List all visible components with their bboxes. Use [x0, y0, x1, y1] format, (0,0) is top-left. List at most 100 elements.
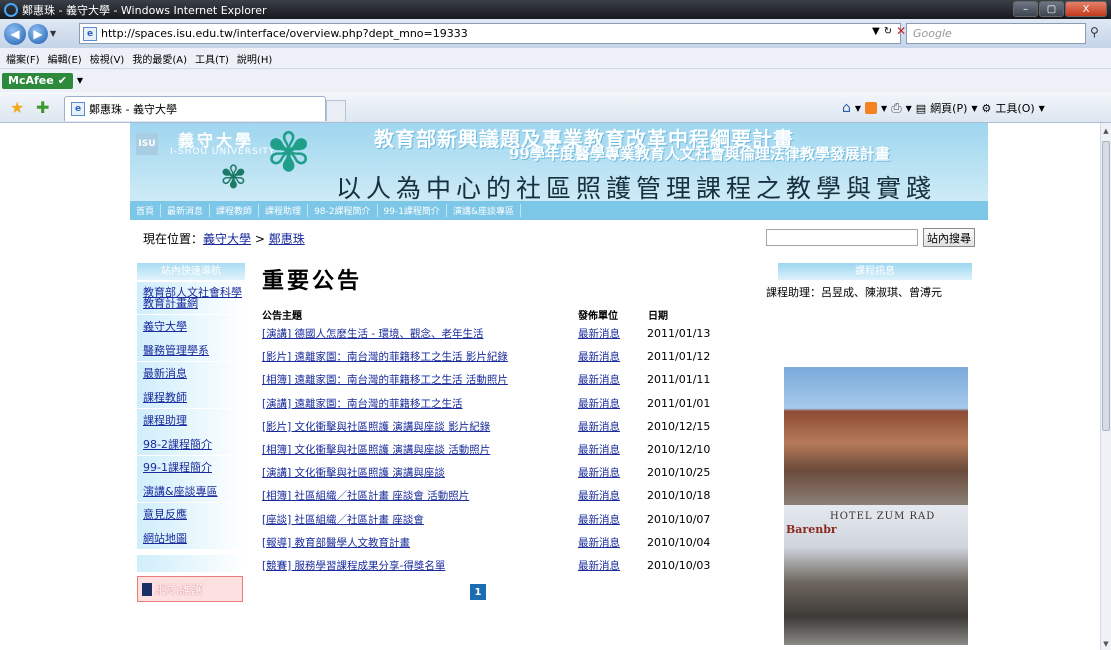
sidebar-link[interactable]: 教育部人文社會科學教育計畫網: [143, 287, 245, 309]
menu-help[interactable]: 說明(H): [237, 51, 272, 66]
sidebar-item-sitemap[interactable]: 網站地圖: [137, 526, 245, 549]
statue-photo: HOTEL ZUM RAD Barenbr: [784, 505, 968, 645]
sidebar-item-98-2[interactable]: 98-2課程簡介: [137, 432, 245, 455]
maximize-button[interactable]: ▢: [1039, 1, 1064, 17]
sidebar-link[interactable]: 課程教師: [143, 389, 187, 405]
notice-subject-link[interactable]: [報導] 教育部醫學人文教育計畫: [262, 535, 410, 550]
notice-unit-link[interactable]: 最新消息: [578, 488, 620, 503]
sidebar-item-feedback[interactable]: 意見反應: [137, 502, 245, 526]
notice-subject-link[interactable]: [相簿] 文化衝擊與社區照護 演講與座談 活動照片: [262, 442, 490, 457]
mcafee-button[interactable]: McAfee ✔: [2, 72, 73, 89]
menu-edit[interactable]: 編輯(E): [48, 51, 82, 66]
sidebar-link[interactable]: 演講&座談專區: [143, 483, 218, 499]
home-icon[interactable]: ⌂: [842, 100, 851, 116]
vertical-scrollbar[interactable]: ▲ ▼: [1100, 123, 1111, 650]
breadcrumb: 現在位置：義守大學 > 鄭惠珠: [143, 230, 305, 247]
notice-subject-link[interactable]: [競賽] 服務學習課程成果分享-得獎名單: [262, 558, 445, 573]
search-input[interactable]: Google: [906, 23, 1086, 44]
notice-unit-link[interactable]: 最新消息: [578, 465, 620, 480]
mcafee-dropdown-icon[interactable]: ▼: [77, 76, 83, 85]
scroll-down-icon[interactable]: ▼: [1101, 640, 1111, 648]
sidebar-item-dept[interactable]: 醫務管理學系: [137, 338, 245, 361]
notice-subject-link[interactable]: [影片] 遠離家園：南台灣的菲籍移工之生活 影片紀錄: [262, 349, 508, 364]
feed-dropdown-icon[interactable]: ▼: [881, 104, 887, 113]
notice-unit-link[interactable]: 最新消息: [578, 349, 620, 364]
tools-menu[interactable]: 工具(O): [995, 100, 1034, 116]
banner-nav-99-1[interactable]: 99-1課程簡介: [378, 204, 447, 217]
notice-subject-link[interactable]: [相簿] 遠離家園：南台灣的菲籍移工之生活 活動照片: [262, 372, 508, 387]
feed-icon[interactable]: [865, 102, 878, 114]
menu-tools[interactable]: 工具(T): [195, 51, 229, 66]
page-dropdown-icon[interactable]: ▼: [971, 104, 977, 113]
notice-unit-link[interactable]: 最新消息: [578, 558, 620, 573]
notice-unit-link[interactable]: 最新消息: [578, 372, 620, 387]
tools-dropdown-icon[interactable]: ▼: [1039, 104, 1045, 113]
url-input[interactable]: e http://spaces.isu.edu.tw/interface/ove…: [79, 23, 901, 44]
back-button[interactable]: ◀: [4, 22, 26, 45]
notice-subject-link[interactable]: [演講] 文化衝擊與社區照護 演講與座談: [262, 465, 445, 480]
print-icon[interactable]: ⎙: [891, 101, 901, 116]
refresh-icon[interactable]: ↻: [884, 26, 892, 37]
site-search-input[interactable]: [766, 229, 918, 246]
scroll-up-icon[interactable]: ▲: [1101, 127, 1111, 135]
page-menu[interactable]: 網頁(P): [930, 100, 967, 116]
site-maintenance-button[interactable]: 網站維護: [137, 576, 243, 602]
banner-nav-assistants[interactable]: 課程助理: [259, 204, 309, 217]
stop-icon[interactable]: ✕: [896, 24, 906, 38]
notice-unit-link[interactable]: 最新消息: [578, 512, 620, 527]
banner-nav-teachers[interactable]: 課程教師: [210, 204, 260, 217]
scroll-thumb[interactable]: [1102, 141, 1110, 431]
banner-nav-news[interactable]: 最新消息: [161, 204, 211, 217]
sidebar-link[interactable]: 網站地圖: [143, 530, 187, 546]
home-dropdown-icon[interactable]: ▼: [855, 104, 861, 113]
notice-unit-link[interactable]: 最新消息: [578, 442, 620, 457]
breadcrumb-parent-link[interactable]: 義守大學: [203, 232, 251, 246]
sidebar-item-moe-program[interactable]: 教育部人文社會科學教育計畫網: [137, 282, 245, 314]
sidebar-link[interactable]: 98-2課程簡介: [143, 436, 212, 452]
new-tab-button[interactable]: [326, 100, 346, 121]
pager-page-1[interactable]: 1: [470, 584, 486, 600]
sidebar-item-99-1[interactable]: 99-1課程簡介: [137, 455, 245, 479]
notice-unit-link[interactable]: 最新消息: [578, 419, 620, 434]
url-dropdown-icon[interactable]: ▼: [872, 26, 880, 37]
sidebar-link[interactable]: 99-1課程簡介: [143, 459, 212, 475]
notice-subject-link[interactable]: [演講] 德國人怎麼生活 - 環境、觀念、老年生活: [262, 326, 484, 341]
banner-nav-lectures[interactable]: 演講&座談專區: [447, 204, 521, 217]
notice-unit-link[interactable]: 最新消息: [578, 396, 620, 411]
favorites-star-icon[interactable]: ★: [10, 98, 24, 117]
forward-button[interactable]: ▶: [28, 23, 48, 44]
banner-nav-home[interactable]: 首頁: [130, 204, 162, 217]
notice-subject-link[interactable]: [影片] 文化衝擊與社區照護 演講與座談 影片紀錄: [262, 419, 490, 434]
sidebar-item-news[interactable]: 最新消息: [137, 361, 245, 385]
notice-unit-link[interactable]: 最新消息: [578, 326, 620, 341]
tab-active[interactable]: e 鄭惠珠 - 義守大學: [64, 96, 326, 121]
menu-favorites[interactable]: 我的最愛(A): [132, 51, 187, 66]
history-dropdown-icon[interactable]: ▼: [50, 29, 56, 38]
window-title: 鄭惠珠 - 義守大學 - Windows Internet Explorer: [22, 3, 267, 17]
menu-view[interactable]: 檢視(V): [90, 51, 125, 66]
notice-unit-link[interactable]: 最新消息: [578, 535, 620, 550]
add-favorite-icon[interactable]: ✚: [36, 98, 49, 117]
notice-date: 2011/01/01: [647, 396, 711, 410]
print-dropdown-icon[interactable]: ▼: [906, 104, 912, 113]
notices-title: 重要公告: [262, 268, 363, 294]
close-button[interactable]: X: [1065, 1, 1107, 17]
sidebar-item-assistants[interactable]: 課程助理: [137, 408, 245, 432]
sidebar-link[interactable]: 課程助理: [143, 412, 187, 428]
search-icon[interactable]: ⚲: [1090, 25, 1099, 39]
sidebar-item-isu[interactable]: 義守大學: [137, 314, 245, 338]
breadcrumb-current-link[interactable]: 鄭惠珠: [269, 232, 305, 246]
notice-subject-link[interactable]: [座談] 社區組織／社區計畫 座談會: [262, 512, 424, 527]
menu-file[interactable]: 檔案(F): [6, 51, 40, 66]
site-search-button[interactable]: 站內搜尋: [923, 228, 975, 247]
sidebar-link[interactable]: 醫務管理學系: [143, 342, 209, 358]
sidebar-link[interactable]: 最新消息: [143, 365, 187, 381]
sidebar-item-teachers[interactable]: 課程教師: [137, 385, 245, 408]
minimize-button[interactable]: –: [1013, 1, 1038, 17]
notice-subject-link[interactable]: [演講] 遠離家園：南台灣的菲籍移工之生活: [262, 396, 463, 411]
notice-subject-link[interactable]: [相簿] 社區組織／社區計畫 座談會 活動照片: [262, 488, 469, 503]
sidebar-link[interactable]: 義守大學: [143, 318, 187, 334]
sidebar-item-lectures[interactable]: 演講&座談專區: [137, 479, 245, 502]
sidebar-link[interactable]: 意見反應: [143, 506, 187, 522]
banner-nav-98-2[interactable]: 98-2課程簡介: [308, 204, 378, 217]
